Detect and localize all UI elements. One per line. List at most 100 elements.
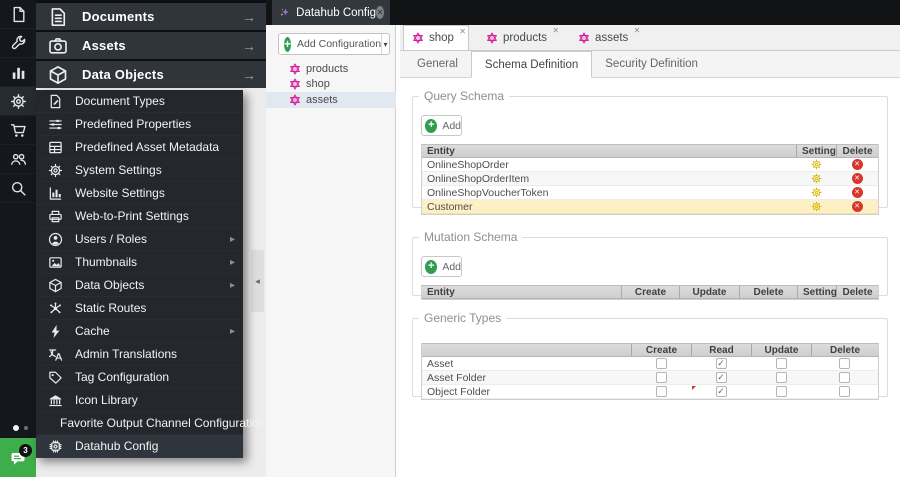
chat-button[interactable]: 3: [0, 438, 36, 477]
tree-item-products[interactable]: products: [266, 61, 396, 77]
printer-icon: [48, 209, 63, 224]
settings-gear-icon[interactable]: [811, 187, 822, 198]
delete-icon[interactable]: ✕: [851, 159, 863, 170]
query-schema-table: EntitySettingsDeleteOnlineShopOrder✕Onli…: [421, 144, 879, 215]
menu-item-predefined-asset-metadata[interactable]: Predefined Asset Metadata: [36, 136, 243, 159]
configuration-star-icon: [578, 32, 590, 44]
create-cell: [631, 385, 691, 399]
subtab-general[interactable]: General: [404, 51, 471, 77]
update-checkbox[interactable]: [775, 386, 787, 397]
menu-item-system-settings[interactable]: System Settings: [36, 159, 243, 182]
menu-item-label: Admin Translations: [75, 347, 178, 361]
subtab-security-definition[interactable]: Security Definition: [592, 51, 711, 77]
settings-cell: [796, 172, 836, 186]
close-icon[interactable]: ✕: [459, 27, 466, 36]
menu-item-tag-configuration[interactable]: Tag Configuration: [36, 366, 243, 389]
menu-section-assets[interactable]: Assets →: [36, 32, 266, 59]
doc-edit-icon: [48, 94, 63, 109]
activity-settings-button[interactable]: [0, 87, 36, 116]
create-checkbox[interactable]: [655, 386, 667, 397]
menu-item-admin-translations[interactable]: Admin Translations: [36, 343, 243, 366]
delete-checkbox[interactable]: [839, 386, 850, 397]
update-checkbox[interactable]: [775, 372, 787, 383]
chip-icon: [48, 439, 63, 454]
menu-item-static-routes[interactable]: Static Routes: [36, 297, 243, 320]
datahub-config-window-tab[interactable]: Datahub Config ✕: [272, 0, 390, 25]
read-checkbox[interactable]: ✓: [715, 372, 727, 383]
menu-item-label: Predefined Asset Metadata: [75, 140, 220, 154]
settings-gear-icon[interactable]: [811, 201, 822, 212]
menu-item-web-to-print-settings[interactable]: Web-to-Print Settings: [36, 205, 243, 228]
settings-gear-icon[interactable]: [811, 173, 822, 184]
close-icon[interactable]: ✕: [376, 6, 384, 19]
menu-item-cache[interactable]: Cache ▸: [36, 320, 243, 343]
delete-icon[interactable]: ✕: [851, 201, 863, 212]
delete-icon[interactable]: ✕: [851, 187, 863, 198]
column-header-settings: Settings: [796, 145, 836, 157]
menu-item-thumbnails[interactable]: Thumbnails ▸: [36, 251, 243, 274]
activity-ecommerce-button[interactable]: [0, 116, 36, 145]
generic-types-table: Create Read Update Delete Asset ✓ Asset Folder…: [421, 343, 879, 400]
tab-shop[interactable]: shop ✕: [403, 25, 469, 50]
update-checkbox[interactable]: [775, 358, 787, 369]
activity-reports-button[interactable]: [0, 58, 36, 87]
chevron-right-icon: ▸: [229, 279, 235, 291]
users-icon: [10, 151, 27, 168]
chevron-down-icon[interactable]: ▾: [381, 34, 389, 54]
menu-section-data-objects[interactable]: Data Objects →: [36, 61, 266, 88]
mutation-schema-add-button[interactable]: + Add: [421, 256, 462, 277]
activity-documents-button[interactable]: [0, 0, 36, 29]
generic-types-legend: Generic Types: [424, 311, 502, 325]
menu-item-datahub-config[interactable]: Datahub Config: [36, 435, 243, 458]
tab-assets[interactable]: assets ✕: [570, 25, 642, 50]
close-icon[interactable]: ✕: [634, 26, 641, 35]
menu-item-favorite-output-channel-configurations[interactable]: Favorite Output Channel Configurations: [36, 412, 271, 435]
configuration-tabs: shop ✕ products ✕ assets ✕: [400, 25, 900, 51]
delete-checkbox[interactable]: [839, 372, 850, 383]
menu-item-label: Tag Configuration: [75, 370, 170, 384]
create-checkbox[interactable]: [655, 372, 667, 383]
close-icon[interactable]: ✕: [552, 26, 559, 35]
menu-section-label: Assets: [82, 38, 126, 53]
activity-search-button[interactable]: [0, 174, 36, 203]
gear-icon: [48, 163, 63, 178]
delete-icon[interactable]: ✕: [851, 173, 863, 184]
subtab-schema-definition[interactable]: Schema Definition: [470, 51, 593, 78]
activity-users-button[interactable]: [0, 145, 36, 174]
tree-item-shop[interactable]: shop: [266, 77, 396, 93]
settings-gear-icon[interactable]: [811, 159, 822, 170]
add-configuration-button[interactable]: + Add Configuration ▾: [278, 33, 390, 55]
menu-item-users-roles[interactable]: Users / Roles ▸: [36, 228, 243, 251]
read-checkbox[interactable]: ✓: [715, 386, 727, 397]
query-schema-fieldset: Query Schema + Add EntitySettingsDeleteO…: [412, 89, 888, 215]
create-checkbox[interactable]: [655, 358, 667, 369]
tree-item-label: shop: [306, 78, 330, 91]
tab-products[interactable]: products ✕: [478, 25, 561, 50]
menu-item-icon-library[interactable]: Icon Library: [36, 389, 243, 412]
delete-cell: [811, 371, 878, 385]
configuration-star-icon: [412, 32, 424, 44]
chevron-right-icon: ▸: [229, 256, 235, 268]
menu-item-document-types[interactable]: Document Types: [36, 90, 243, 113]
wrench-icon: [10, 35, 27, 52]
column-header-delete: Delete: [836, 145, 878, 157]
read-checkbox[interactable]: ✓: [715, 358, 727, 369]
menu-item-predefined-properties[interactable]: Predefined Properties: [36, 113, 243, 136]
chevron-right-icon: ▸: [229, 233, 235, 245]
delete-checkbox[interactable]: [839, 358, 850, 369]
menu-item-label: Document Types: [75, 94, 165, 108]
delete-cell: ✕: [836, 200, 878, 214]
translate-icon: [48, 347, 63, 362]
arrow-right-icon: →: [242, 8, 256, 25]
menu-item-website-settings[interactable]: Website Settings: [36, 182, 243, 205]
menu-item-label: Thumbnails: [75, 255, 138, 269]
query-schema-add-button[interactable]: + Add: [421, 115, 462, 136]
table-header: EntityCreateUpdateDeleteSettingsDelete: [422, 285, 878, 299]
menu-item-data-objects[interactable]: Data Objects ▸: [36, 274, 243, 297]
tree-item-label: products: [306, 62, 349, 75]
delete-cell: [811, 385, 878, 399]
modified-indicator: [692, 385, 696, 390]
tree-item-assets[interactable]: assets: [266, 92, 396, 108]
menu-section-documents[interactable]: Documents →: [36, 3, 266, 30]
activity-tools-button[interactable]: [0, 29, 36, 58]
